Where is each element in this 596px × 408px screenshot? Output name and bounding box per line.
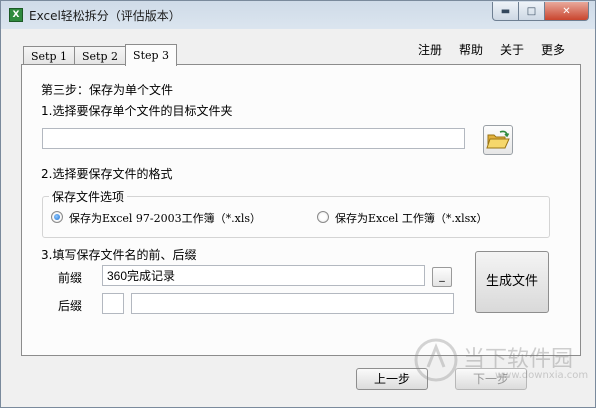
excel-app-icon: X: [9, 8, 23, 22]
step-tabs: Setp 1 Setp 2 Step 3: [23, 44, 178, 66]
section-2-label: 2.选择要保存文件的格式: [41, 167, 173, 181]
top-menu: 注册 帮助 关于 更多: [401, 41, 565, 59]
window-title: Excel轻松拆分（评估版本）: [29, 9, 181, 23]
prev-step-button[interactable]: 上一步: [356, 368, 428, 390]
open-folder-icon: [486, 130, 510, 149]
step-heading: 第三步：保存为单个文件: [41, 83, 174, 97]
title-bar[interactable]: X Excel轻松拆分（评估版本） ▬ □ ✕: [1, 1, 595, 29]
window-controls: ▬ □ ✕: [492, 2, 589, 21]
section-3-label: 3.填写保存文件名的前、后缀: [41, 248, 197, 262]
app-window: X Excel轻松拆分（评估版本） ▬ □ ✕ Setp 1 Setp 2 St…: [0, 0, 596, 408]
save-options-group: 保存文件选项 保存为Excel 97-2003工作簿（*.xls） 保存为Exc…: [42, 188, 550, 238]
save-options-legend: 保存文件选项: [49, 188, 128, 205]
tab-step-3[interactable]: Step 3: [125, 44, 178, 66]
suffix-label: 后缀: [58, 299, 83, 313]
generate-files-button[interactable]: 生成文件: [475, 251, 549, 313]
radio-xls-label[interactable]: 保存为Excel 97-2003工作簿（*.xls）: [69, 210, 261, 226]
minimize-button[interactable]: ▬: [492, 2, 519, 21]
prefix-label: 前缀: [58, 271, 83, 285]
suffix-input[interactable]: [131, 293, 454, 314]
suffix-small-input[interactable]: [102, 293, 124, 314]
radio-xlsx-label[interactable]: 保存为Excel 工作簿（*.xlsx）: [335, 210, 488, 226]
minimize-icon: ▬: [500, 5, 511, 17]
menu-register[interactable]: 注册: [418, 41, 442, 59]
tab-step-1[interactable]: Setp 1: [23, 46, 76, 66]
close-icon: ✕: [562, 5, 571, 17]
prefix-input[interactable]: [102, 265, 425, 286]
radio-xls[interactable]: [51, 211, 63, 223]
radio-xlsx[interactable]: [317, 211, 329, 223]
tab-step-2[interactable]: Setp 2: [74, 46, 127, 66]
next-step-button[interactable]: 下一步: [455, 368, 527, 390]
target-folder-input[interactable]: [42, 128, 465, 149]
step-3-panel: 第三步：保存为单个文件 1.选择要保存单个文件的目标文件夹 2.选择要保存文件的…: [21, 64, 581, 356]
maximize-button[interactable]: □: [519, 2, 545, 21]
maximize-icon: □: [526, 5, 537, 17]
menu-about[interactable]: 关于: [500, 41, 524, 59]
prefix-separator-button[interactable]: _: [432, 267, 452, 287]
close-button[interactable]: ✕: [545, 2, 589, 21]
browse-folder-button[interactable]: [483, 125, 513, 155]
section-1-label: 1.选择要保存单个文件的目标文件夹: [41, 104, 233, 118]
menu-help[interactable]: 帮助: [459, 41, 483, 59]
menu-more[interactable]: 更多: [541, 41, 565, 59]
